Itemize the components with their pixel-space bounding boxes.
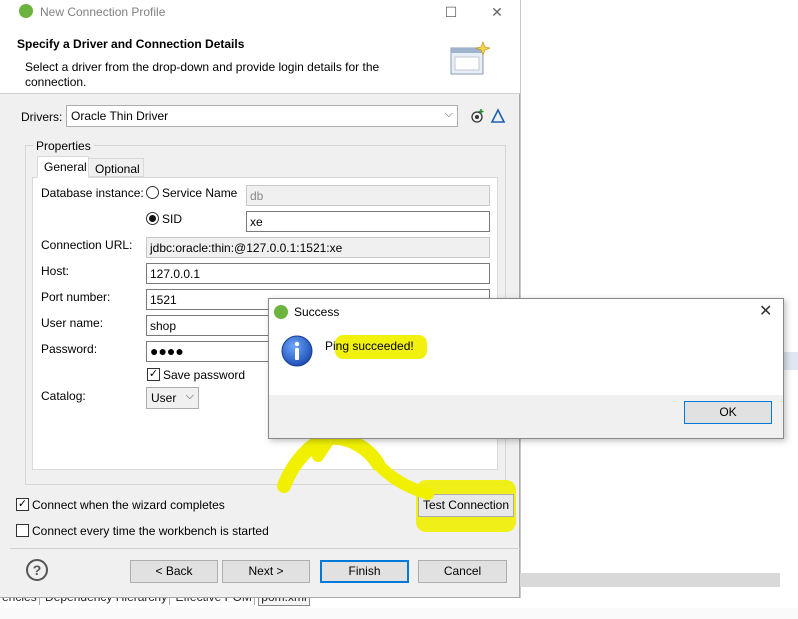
connect-every-time-label: Connect every time the workbench is star…	[32, 524, 269, 538]
sid-label: SID	[162, 212, 183, 226]
connection-url-label: Connection URL:	[41, 238, 133, 252]
host-label: Host:	[41, 264, 70, 278]
service-name-label: Service Name	[162, 186, 238, 200]
connect-every-time-checkbox[interactable]	[16, 524, 29, 537]
save-password-label: Save password	[163, 368, 246, 382]
save-password-checkbox[interactable]: ✓	[147, 368, 160, 381]
page-description: Select a driver from the drop-down and p…	[25, 60, 380, 89]
help-icon[interactable]: ?	[26, 559, 48, 581]
properties-label: Properties	[33, 139, 94, 153]
sid-radio[interactable]	[146, 212, 159, 225]
database-instance-label: Database instance:	[41, 186, 144, 200]
tab-general[interactable]: General	[37, 156, 89, 178]
finish-button[interactable]: Finish	[320, 560, 409, 583]
dialog-title: New Connection Profile	[40, 5, 166, 19]
password-label: Password:	[41, 342, 98, 356]
service-name-field[interactable]: db	[246, 185, 490, 206]
popup-body: Ping succeeded!	[269, 325, 783, 395]
connection-url-field[interactable]: jdbc:oracle:thin:@127.0.0.1:1521:xe	[146, 237, 490, 258]
footer-divider	[10, 548, 520, 549]
page-title: Specify a Driver and Connection Details	[17, 37, 245, 51]
driver-select[interactable]: Oracle Thin Driver ⌵	[66, 105, 458, 127]
connect-wizard-checkbox[interactable]: ✓	[16, 498, 29, 511]
catalog-select-value: User	[151, 391, 177, 405]
close-icon[interactable]: ✕	[484, 2, 510, 22]
chevron-down-icon: ⌵	[444, 108, 453, 120]
edit-driver-icon[interactable]	[490, 108, 506, 124]
ok-button[interactable]: OK	[684, 401, 772, 424]
drivers-label: Drivers:	[21, 110, 63, 124]
port-label: Port number:	[41, 290, 111, 304]
cancel-button[interactable]: Cancel	[418, 560, 507, 583]
spring-leaf-icon	[19, 4, 33, 18]
popup-title: Success	[294, 305, 340, 319]
popup-titlebar: Success ✕	[269, 299, 783, 325]
maximize-icon[interactable]: ☐	[438, 2, 464, 22]
service-name-radio[interactable]	[146, 186, 159, 199]
info-icon	[281, 335, 313, 367]
dialog-titlebar: New Connection Profile ☐ ✕	[0, 0, 520, 24]
chevron-down-icon: ⌵	[185, 390, 194, 402]
wizard-header: Specify a Driver and Connection Details …	[0, 24, 520, 94]
connect-wizard-label: Connect when the wizard completes	[32, 498, 225, 512]
new-driver-icon[interactable]	[469, 108, 485, 124]
background-area	[0, 608, 798, 619]
catalog-select[interactable]: User ⌵	[146, 387, 199, 409]
username-label: User name:	[41, 316, 104, 330]
host-field[interactable]: 127.0.0.1	[146, 263, 490, 284]
next-button[interactable]: Next >	[222, 560, 310, 583]
driver-select-value: Oracle Thin Driver	[71, 109, 169, 123]
spring-leaf-icon	[274, 305, 288, 319]
sid-field[interactable]: xe	[246, 211, 490, 232]
wizard-banner-icon	[450, 41, 490, 75]
success-dialog: Success ✕ Ping succeeded! OK	[268, 298, 784, 439]
back-button[interactable]: < Back	[130, 560, 218, 583]
popup-message: Ping succeeded!	[325, 339, 414, 353]
close-icon[interactable]: ✕	[759, 301, 772, 321]
catalog-label: Catalog:	[41, 389, 86, 403]
tab-optional[interactable]: Optional	[88, 158, 144, 177]
